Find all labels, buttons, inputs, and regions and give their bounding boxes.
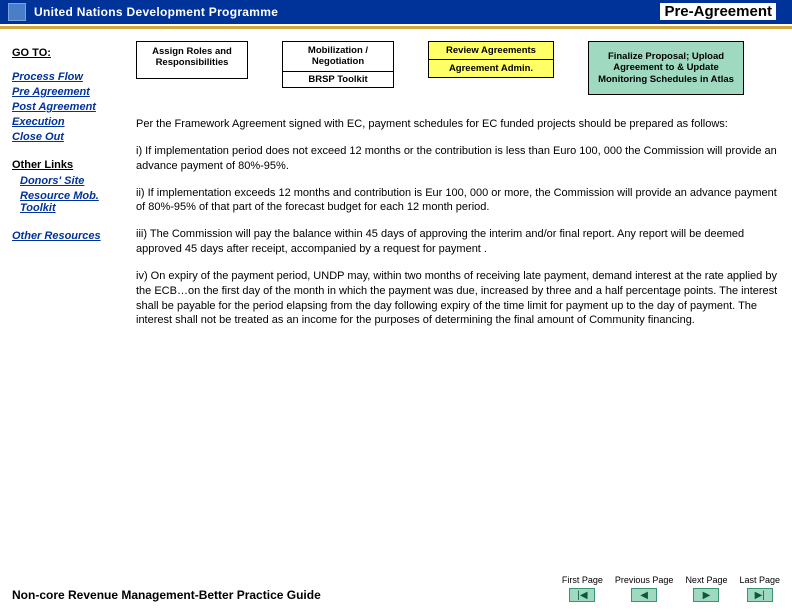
- para-ii: ii) If implementation exceeds 12 months …: [136, 186, 780, 216]
- header: United Nations Development Programme Pre…: [0, 0, 792, 24]
- next-page-button[interactable]: Next Page ▶: [685, 576, 727, 602]
- goto-label: GO TO:: [12, 47, 132, 59]
- previous-page-button[interactable]: Previous Page ◀: [615, 576, 674, 602]
- body-text: Per the Framework Agreement signed with …: [136, 117, 780, 328]
- other-links-label: Other Links: [12, 159, 132, 171]
- last-page-label: Last Page: [739, 576, 780, 586]
- nav-process-flow[interactable]: Process Flow: [12, 71, 132, 83]
- footer: First Page |◀ Previous Page ◀ Next Page …: [12, 588, 780, 602]
- flow-box-finalize[interactable]: Finalize Proposal; Upload Agreement to &…: [588, 41, 744, 95]
- para-iii: iii) The Commission will pay the balance…: [136, 227, 780, 257]
- flow-diagram: Assign Roles and Responsibilities Mobili…: [136, 41, 780, 95]
- link-other-resources[interactable]: Other Resources: [12, 230, 132, 242]
- undp-logo: [8, 3, 26, 21]
- next-page-label: Next Page: [685, 576, 727, 586]
- page-title: Pre-Agreement: [660, 3, 776, 20]
- previous-page-label: Previous Page: [615, 576, 674, 586]
- flow-box-mobilization[interactable]: Mobilization / Negotiation BRSP Toolkit: [282, 41, 394, 88]
- last-page-button[interactable]: Last Page ▶|: [739, 576, 780, 602]
- first-page-button[interactable]: First Page |◀: [562, 576, 603, 602]
- next-page-icon: ▶: [693, 588, 719, 602]
- flow-box-roles[interactable]: Assign Roles and Responsibilities: [136, 41, 248, 79]
- intro-para: Per the Framework Agreement signed with …: [136, 117, 780, 132]
- flow-box-review[interactable]: Review Agreements Agreement Admin.: [428, 41, 554, 78]
- flow-box-review-top: Review Agreements: [429, 42, 553, 59]
- para-iv: iv) On expiry of the payment period, UND…: [136, 269, 780, 328]
- previous-page-icon: ◀: [631, 588, 657, 602]
- nav-pre-agreement[interactable]: Pre Agreement: [12, 86, 132, 98]
- content: Assign Roles and Responsibilities Mobili…: [132, 41, 780, 340]
- nav-close-out[interactable]: Close Out: [12, 131, 132, 143]
- flow-box-review-bot: Agreement Admin.: [429, 59, 553, 77]
- first-page-icon: |◀: [569, 588, 595, 602]
- first-page-label: First Page: [562, 576, 603, 586]
- flow-box-mobilization-bot: BRSP Toolkit: [282, 71, 394, 88]
- nav-buttons: First Page |◀ Previous Page ◀ Next Page …: [562, 576, 780, 602]
- link-resource-mob-toolkit[interactable]: Resource Mob. Toolkit: [20, 190, 132, 214]
- nav-execution[interactable]: Execution: [12, 116, 132, 128]
- last-page-icon: ▶|: [747, 588, 773, 602]
- link-donors-site[interactable]: Donors' Site: [20, 175, 132, 187]
- org-name: United Nations Development Programme: [34, 5, 278, 19]
- flow-box-mobilization-top: Mobilization / Negotiation: [282, 41, 394, 71]
- para-i: i) If implementation period does not exc…: [136, 144, 780, 174]
- sidebar: GO TO: Process Flow Pre Agreement Post A…: [12, 41, 132, 340]
- nav-post-agreement[interactable]: Post Agreement: [12, 101, 132, 113]
